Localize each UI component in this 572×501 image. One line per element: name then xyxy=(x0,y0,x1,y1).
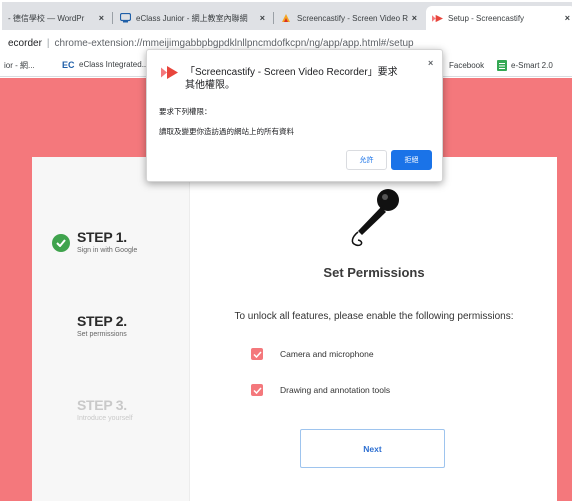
site-name: ecorder xyxy=(8,38,42,49)
address-separator: | xyxy=(46,38,50,49)
tab-title: Screencastify - Screen Video Re xyxy=(297,13,408,23)
eclass-logo-icon: EC xyxy=(62,60,75,69)
permission-dialog: 「Screencastify - Screen Video Recorder」要… xyxy=(146,49,443,182)
dialog-close-icon[interactable]: × xyxy=(428,58,433,68)
tab-divider xyxy=(112,12,113,24)
tab-screencastify[interactable]: Screencastify - Screen Video Re × xyxy=(275,6,423,30)
permission-drawing[interactable]: Drawing and annotation tools xyxy=(251,384,390,396)
tab-eclass[interactable]: eClass Junior - 網上教室內聯網 × xyxy=(114,6,271,30)
permission-camera[interactable]: Camera and microphone xyxy=(251,348,374,360)
step-subtitle: Set permissions xyxy=(77,331,127,338)
step-2: STEP 2. Set permissions xyxy=(77,313,127,338)
bookmark-label: ior - 網... xyxy=(4,61,35,70)
sheet-icon xyxy=(497,60,507,71)
tab-close-icon[interactable]: × xyxy=(412,13,417,23)
allow-button[interactable]: 允許 xyxy=(346,150,387,170)
screencastify-icon xyxy=(281,13,292,24)
bookmark-label: e-Smart 2.0 xyxy=(511,61,553,70)
tab-strip: - 德信學校 — WordPr × eClass Junior - 網上教室內聯… xyxy=(0,0,572,30)
omnibox-text[interactable]: ecorder | chrome-extension://mmeijimgabbpb… xyxy=(8,38,414,49)
permissions-description: To unlock all features, please enable th… xyxy=(234,311,514,322)
step-3: STEP 3. Introduce yourself xyxy=(77,397,133,422)
dialog-title: 「Screencastify - Screen Video Recorder」要… xyxy=(185,67,398,91)
bookmark-item[interactable]: ior - 網... xyxy=(4,60,35,71)
svg-text:EC: EC xyxy=(62,60,75,69)
dialog-permission-item: 讀取及變更你造訪過的網站上的所有資料 xyxy=(159,127,294,136)
tab-close-icon[interactable]: × xyxy=(99,13,104,23)
bookmark-label: eClass Integrated... xyxy=(79,60,149,69)
screencastify-icon xyxy=(432,13,443,24)
screencastify-logo-icon xyxy=(161,66,178,81)
bookmark-facebook[interactable]: Facebook xyxy=(437,60,484,70)
tab-divider xyxy=(273,12,274,24)
dialog-requests-label: 要求下列權限： xyxy=(159,107,212,116)
tab-close-icon[interactable]: × xyxy=(565,13,570,23)
permission-label: Camera and microphone xyxy=(280,349,374,359)
step-title: STEP 1. xyxy=(77,229,127,245)
steps-sidebar: STEP 1. Sign in with Google STEP 2. Set … xyxy=(32,157,190,501)
step-subtitle: Sign in with Google xyxy=(77,247,138,254)
bookmark-eclass[interactable]: EC eClass Integrated... xyxy=(62,60,148,69)
url-text: chrome-extension://mmeijimgabbpbgpdklnll… xyxy=(54,38,414,49)
setup-card: STEP 1. Sign in with Google STEP 2. Set … xyxy=(32,157,557,501)
deny-button[interactable]: 拒絕 xyxy=(391,150,432,170)
permission-label: Drawing and annotation tools xyxy=(280,385,391,395)
camera-checkbox[interactable] xyxy=(251,348,263,360)
step-subtitle: Introduce yourself xyxy=(77,415,133,422)
permissions-panel: Set Permissions To unlock all features, … xyxy=(191,157,557,501)
page-title: Set Permissions xyxy=(323,265,425,280)
next-button[interactable]: Next xyxy=(300,429,445,468)
tab-title: eClass Junior - 網上教室內聯網 xyxy=(136,13,248,23)
eclass-icon xyxy=(120,13,131,24)
step-1: STEP 1. Sign in with Google xyxy=(77,229,137,254)
tab-wordpress[interactable]: - 德信學校 — WordPr × xyxy=(2,6,110,30)
bookmark-esmart[interactable]: e-Smart 2.0 xyxy=(497,60,553,71)
microphone-icon xyxy=(344,185,404,251)
step-title: STEP 2. xyxy=(77,313,127,329)
step-title: STEP 3. xyxy=(77,397,127,413)
tab-title: - 德信學校 — WordPr xyxy=(8,13,85,23)
tab-setup-screencastify[interactable]: Setup - Screencastify × xyxy=(426,6,572,30)
tab-close-icon[interactable]: × xyxy=(260,13,265,23)
bookmark-label: Facebook xyxy=(449,60,485,70)
tab-title: Setup - Screencastify xyxy=(448,13,525,23)
check-circle-icon xyxy=(52,234,70,252)
drawing-checkbox[interactable] xyxy=(251,384,263,396)
